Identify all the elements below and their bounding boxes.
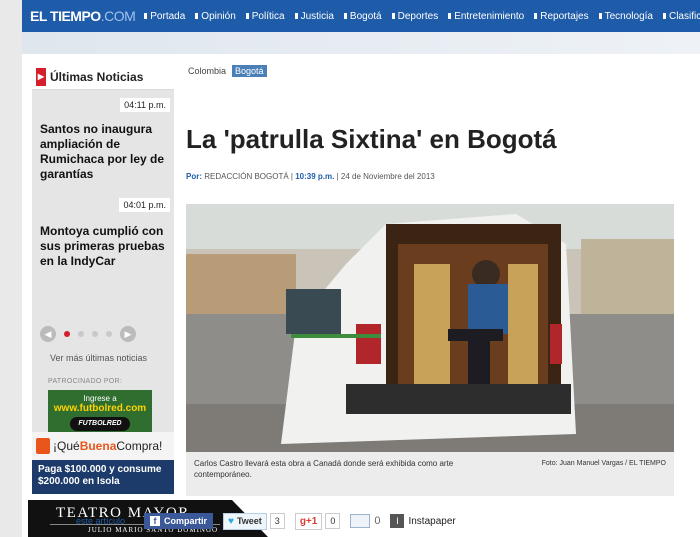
email-count: 0 [374, 515, 381, 527]
latest-news-box: ▶ Últimas Noticias 04:11 p.m. Santos no … [32, 64, 174, 444]
gplus-button[interactable]: g+1 0 [294, 512, 341, 530]
prev-arrow-icon[interactable]: ◀ [40, 326, 56, 342]
instapaper-icon: I [390, 514, 405, 528]
author-link[interactable]: REDACCIÓN BOGOTÁ [204, 172, 288, 181]
facebook-icon: f [150, 516, 160, 526]
share-lead: este artículo [76, 516, 126, 526]
quebuena-offer: Paga $100.000 y consume $200.000 en Isol… [32, 460, 174, 494]
envelope-icon [350, 514, 371, 528]
nav-item-deportes[interactable]: Deportes [387, 11, 444, 22]
ad-line1: Ingrese a [83, 394, 117, 403]
latest-news-title: ▶ Últimas Noticias [32, 64, 174, 90]
news-time: 04:11 p.m. [120, 98, 170, 112]
quebuena-header: ¡Qué Buena Compra! [32, 432, 174, 460]
article-main: Colombia Bogotá La 'patrulla Sixtina' en… [186, 64, 696, 496]
facebook-share-button[interactable]: f Compartir [144, 513, 214, 529]
tweet-button[interactable]: ♥ Tweet 3 [223, 512, 285, 530]
van-photo-image [186, 204, 674, 452]
next-arrow-icon[interactable]: ▶ [120, 326, 136, 342]
site-logo[interactable]: EL TIEMPO.COM [22, 8, 136, 24]
photo-caption: Carlos Castro llevará esta obra a Canadá… [186, 452, 674, 496]
nav-item-opinion[interactable]: Opinión [190, 11, 240, 22]
nav-item-bogota[interactable]: Bogotá [339, 11, 387, 22]
nav-item-portada[interactable]: Portada [139, 11, 190, 22]
tweet-count: 3 [269, 513, 285, 529]
more-news-link[interactable]: Ver más últimas noticias [50, 353, 147, 363]
arrow-right-icon: ▶ [36, 67, 46, 86]
breadcrumb-colombia[interactable]: Colombia [186, 65, 228, 77]
gplus-icon: g+1 [294, 512, 323, 530]
email-share-button[interactable]: 0 [350, 514, 380, 528]
logo-text: EL TIEMPO [30, 8, 101, 24]
nav-item-clasificados[interactable]: Clasificados [658, 11, 700, 22]
top-navbar: EL TIEMPO.COM Portada Opinión Política J… [22, 0, 700, 32]
article-byline: Por: REDACCIÓN BOGOTÁ | 10:39 p.m. | 24 … [186, 172, 435, 181]
page: EL TIEMPO.COM Portada Opinión Política J… [0, 0, 700, 537]
nav-item-politica[interactable]: Política [241, 11, 290, 22]
news-pager: ◀ ▶ [40, 326, 136, 342]
pager-dot[interactable] [92, 331, 98, 337]
ad-line2: www.futbolred.com [53, 403, 147, 414]
pager-dot[interactable] [106, 331, 112, 337]
main-nav: Portada Opinión Política Justicia Bogotá… [139, 11, 700, 22]
article-photo [186, 204, 674, 452]
photo-credit: Foto: Juan Manuel Vargas / EL TIEMPO [541, 460, 666, 467]
nav-item-entretenimiento[interactable]: Entretenimiento [443, 11, 529, 22]
futbolred-logo: FUTBOLRED [70, 417, 130, 431]
share-bar: este artículo f Compartir ♥ Tweet 3 g+1 0… [76, 507, 532, 535]
gplus-count: 0 [325, 513, 341, 529]
twitter-icon: ♥ [228, 515, 234, 527]
pager-dot[interactable] [78, 331, 84, 337]
nav-item-justicia[interactable]: Justicia [290, 11, 339, 22]
latest-news-sidebar: ▶ Últimas Noticias 04:11 p.m. Santos no … [32, 64, 174, 444]
news-time: 04:01 p.m. [119, 198, 170, 212]
shopping-bag-icon [36, 438, 50, 454]
sponsor-label: PATROCINADO POR: [48, 378, 123, 385]
nav-item-tecnologia[interactable]: Tecnología [594, 11, 658, 22]
news-headline-link[interactable]: Santos no inaugura ampliación de Rumicha… [40, 122, 170, 182]
breadcrumb: Colombia Bogotá [186, 64, 696, 78]
news-headline-link[interactable]: Montoya cumplió con sus primeras pruebas… [40, 224, 170, 269]
pager-dot[interactable] [64, 331, 70, 337]
content-area: ▶ Últimas Noticias 04:11 p.m. Santos no … [22, 32, 700, 537]
caption-text: Carlos Castro llevará esta obra a Canadá… [194, 459, 454, 479]
nav-item-reportajes[interactable]: Reportajes [529, 11, 593, 22]
breadcrumb-bogota[interactable]: Bogotá [232, 65, 267, 77]
logo-com: .COM [100, 8, 136, 24]
instapaper-button[interactable]: I Instapaper [390, 514, 456, 528]
article-title: La 'patrulla Sixtina' en Bogotá [186, 124, 557, 154]
header-band [22, 32, 700, 54]
